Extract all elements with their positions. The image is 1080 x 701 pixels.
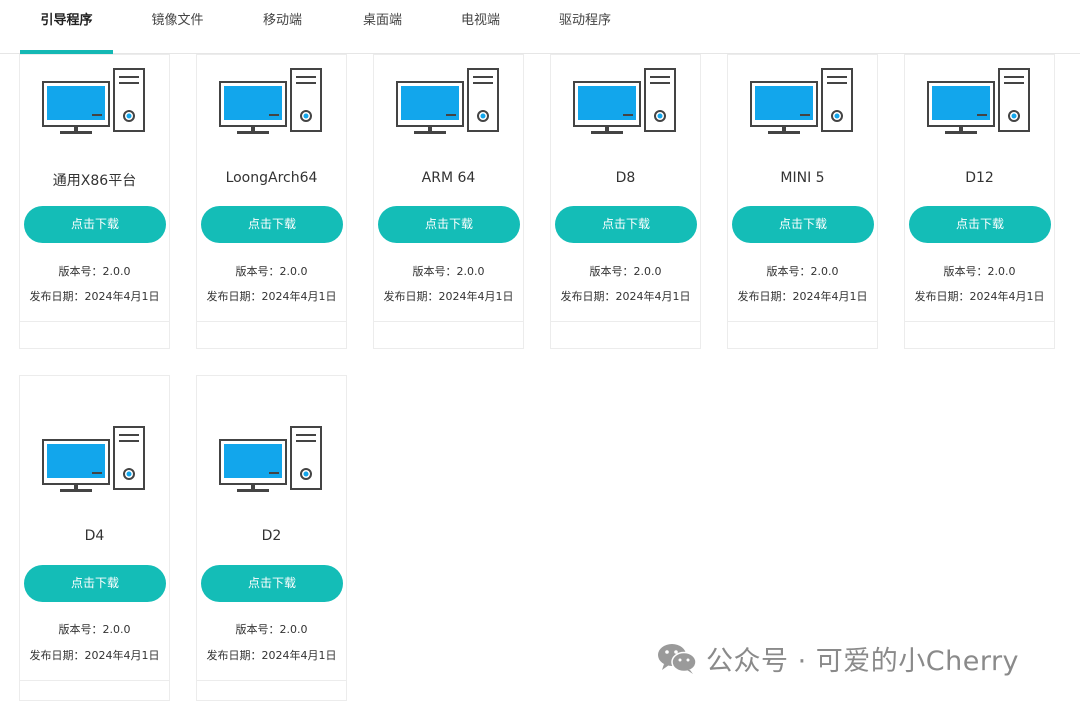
version-label: 版本号：2.0.0 [412,265,485,278]
desktop-computer-icon [927,68,1030,134]
card-title: D2 [261,528,282,544]
download-button[interactable]: 点击下载 [201,206,343,243]
download-button[interactable]: 点击下载 [555,206,697,243]
tab-desktop[interactable]: 桌面端 [340,0,425,54]
version-label: 版本号：2.0.0 [589,265,662,278]
card-divider [905,321,1054,322]
download-card: D12 点击下载 版本号：2.0.0 发布日期：2024年4月1日 [904,54,1055,349]
tab-bootloader[interactable]: 引导程序 [20,0,113,54]
version-label: 版本号：2.0.0 [235,623,308,636]
watermark-text: 公众号 · 可爱的小Cherry [706,645,1020,677]
card-title: D4 [84,528,105,544]
desktop-computer-icon [219,68,322,134]
desktop-computer-icon [42,68,145,134]
download-button[interactable]: 点击下载 [378,206,520,243]
release-date-label: 发布日期：2024年4月1日 [383,290,514,303]
download-button[interactable]: 点击下载 [24,206,166,243]
card-divider [197,321,346,322]
version-label: 版本号：2.0.0 [766,265,839,278]
version-label: 版本号：2.0.0 [58,623,131,636]
release-date-label: 发布日期：2024年4月1日 [206,649,337,662]
tab-bar: 引导程序 镜像文件 移动端 桌面端 电视端 驱动程序 [0,0,1080,54]
card-divider [197,680,346,681]
card-divider [20,321,169,322]
download-card: 通用X86平台 点击下载 版本号：2.0.0 发布日期：2024年4月1日 [19,54,170,349]
card-title: ARM 64 [421,170,476,186]
release-date-label: 发布日期：2024年4月1日 [29,649,160,662]
card-title: LoongArch64 [225,170,318,186]
desktop-computer-icon [42,426,145,492]
download-card: D2 点击下载 版本号：2.0.0 发布日期：2024年4月1日 [196,375,347,701]
desktop-computer-icon [396,68,499,134]
card-title: MINI 5 [780,170,825,186]
download-card: ARM 64 点击下载 版本号：2.0.0 发布日期：2024年4月1日 [373,54,524,349]
desktop-computer-icon [219,426,322,492]
release-date-label: 发布日期：2024年4月1日 [737,290,868,303]
card-title: D8 [615,170,636,186]
release-date-label: 发布日期：2024年4月1日 [560,290,691,303]
download-button[interactable]: 点击下载 [24,565,166,602]
download-card: MINI 5 点击下载 版本号：2.0.0 发布日期：2024年4月1日 [727,54,878,349]
release-date-label: 发布日期：2024年4月1日 [29,290,160,303]
card-divider [374,321,523,322]
card-divider [20,680,169,681]
download-button[interactable]: 点击下载 [201,565,343,602]
tab-image-files[interactable]: 镜像文件 [130,0,225,54]
release-date-label: 发布日期：2024年4月1日 [206,290,337,303]
version-label: 版本号：2.0.0 [235,265,308,278]
wechat-icon [658,644,697,674]
tab-mobile[interactable]: 移动端 [240,0,325,54]
download-card: D4 点击下载 版本号：2.0.0 发布日期：2024年4月1日 [19,375,170,701]
download-card: D8 点击下载 版本号：2.0.0 发布日期：2024年4月1日 [550,54,701,349]
release-date-label: 发布日期：2024年4月1日 [914,290,1045,303]
download-card: LoongArch64 点击下载 版本号：2.0.0 发布日期：2024年4月1… [196,54,347,349]
card-divider [728,321,877,322]
card-divider [551,321,700,322]
tab-tv[interactable]: 电视端 [438,0,523,54]
download-button[interactable]: 点击下载 [732,206,874,243]
desktop-computer-icon [573,68,676,134]
download-button[interactable]: 点击下载 [909,206,1051,243]
card-title: D12 [965,170,994,186]
desktop-computer-icon [750,68,853,134]
version-label: 版本号：2.0.0 [58,265,131,278]
wechat-watermark: 公众号 · 可爱的小Cherry [656,640,1020,677]
version-label: 版本号：2.0.0 [943,265,1016,278]
card-title: 通用X86平台 [52,173,137,189]
tab-drivers[interactable]: 驱动程序 [540,0,630,54]
